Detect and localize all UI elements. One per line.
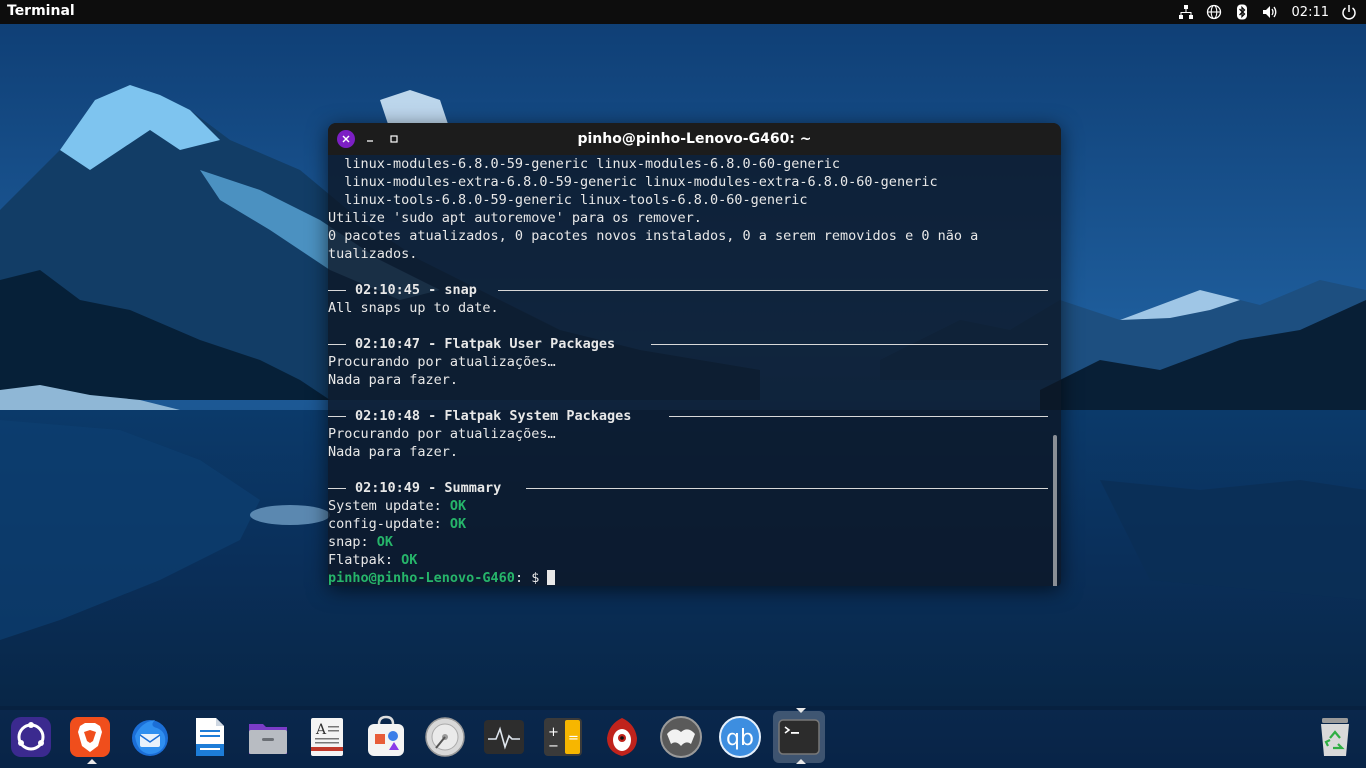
prompt-user-host: pinho@pinho-Lenovo-G460	[328, 570, 515, 586]
header-rule	[651, 344, 1048, 345]
output-line: Procurando por atualizações…	[328, 354, 556, 370]
header-rule	[498, 290, 1048, 291]
svg-text:+: +	[548, 725, 559, 740]
brave-icon[interactable]	[64, 711, 116, 764]
output-line: All snaps up to date.	[328, 300, 499, 316]
header-rule	[328, 344, 346, 345]
window-title: pinho@pinho-Lenovo-G460: ~	[577, 131, 812, 147]
section-header: 02:10:45 - snap	[355, 282, 477, 298]
header-rule	[526, 488, 1048, 489]
dock: A + − = qb	[0, 706, 1366, 768]
shell-prompt[interactable]: pinho@pinho-Lenovo-G460: $	[328, 569, 556, 586]
output-line: 0 pacotes atualizados, 0 pacotes novos i…	[328, 228, 979, 244]
app-center-icon[interactable]	[360, 711, 412, 763]
ubuntu-icon[interactable]	[5, 711, 57, 763]
output-line: Nada para fazer.	[328, 444, 459, 460]
terminal-window[interactable]: pinho@pinho-Lenovo-G460: ~ linux-modules…	[328, 123, 1061, 586]
gimp-icon[interactable]	[655, 711, 707, 763]
section-header: 02:10:49 - Summary	[355, 480, 502, 496]
svg-text:=: =	[568, 731, 579, 746]
writer-icon[interactable]	[183, 711, 235, 763]
system-monitor-icon[interactable]	[478, 711, 530, 763]
header-rule	[328, 290, 346, 291]
svg-text:−: −	[548, 739, 559, 754]
section-header: 02:10:47 - Flatpak User Packages	[355, 336, 616, 352]
bluetooth-icon[interactable]	[1233, 3, 1251, 21]
hexchat-icon[interactable]	[596, 711, 648, 763]
text-cursor	[547, 570, 556, 585]
calculator-icon[interactable]: + − =	[537, 711, 589, 763]
network-wired-icon[interactable]	[1177, 3, 1195, 21]
terminal-scrollbar[interactable]	[1053, 435, 1057, 586]
running-indicator	[87, 759, 97, 764]
header-rule	[669, 416, 1048, 417]
terminal-output[interactable]: linux-modules-6.8.0-59-generic linux-mod…	[328, 155, 1061, 586]
header-rule	[328, 488, 346, 489]
disk-usage-icon[interactable]	[419, 711, 471, 763]
qbittorrent-icon[interactable]: qb	[714, 711, 766, 763]
output-line: tualizados.	[328, 246, 418, 262]
active-app-name[interactable]: Terminal	[7, 3, 75, 19]
summary-line: config-update: OK	[328, 516, 467, 532]
text-editor-icon[interactable]: A	[301, 711, 353, 763]
terminal-icon[interactable]	[773, 708, 825, 764]
summary-line: System update: OK	[328, 498, 467, 514]
output-line: linux-modules-extra-6.8.0-59-generic lin…	[328, 174, 938, 190]
trash-icon[interactable]	[1309, 711, 1361, 763]
output-line: Utilize 'sudo apt autoremove' para os re…	[328, 210, 702, 226]
prompt-suffix: : $	[514, 570, 548, 586]
power-icon[interactable]	[1340, 3, 1358, 21]
output-line: Procurando por atualizações…	[328, 426, 556, 442]
globe-icon[interactable]	[1205, 3, 1223, 21]
terminal-titlebar[interactable]: pinho@pinho-Lenovo-G460: ~	[328, 123, 1061, 155]
output-line: linux-modules-6.8.0-59-generic linux-mod…	[328, 156, 841, 172]
system-tray[interactable]: 02:11	[1172, 0, 1366, 24]
summary-line: snap: OK	[328, 534, 394, 550]
running-indicator	[796, 759, 806, 764]
thunderbird-icon[interactable]	[124, 711, 176, 763]
header-rule	[328, 416, 346, 417]
svg-text:A: A	[315, 722, 327, 738]
summary-line: Flatpak: OK	[328, 552, 418, 568]
output-line: linux-tools-6.8.0-59-generic linux-tools…	[328, 192, 808, 208]
top-bar: Terminal 02:11	[0, 0, 1366, 24]
running-indicator	[796, 708, 806, 713]
output-line: Nada para fazer.	[328, 372, 459, 388]
volume-icon[interactable]	[1261, 3, 1279, 21]
files-icon[interactable]	[242, 711, 294, 763]
svg-text:qb: qb	[726, 726, 754, 751]
clock[interactable]: 02:11	[1292, 5, 1329, 20]
section-header: 02:10:48 - Flatpak System Packages	[355, 408, 632, 424]
